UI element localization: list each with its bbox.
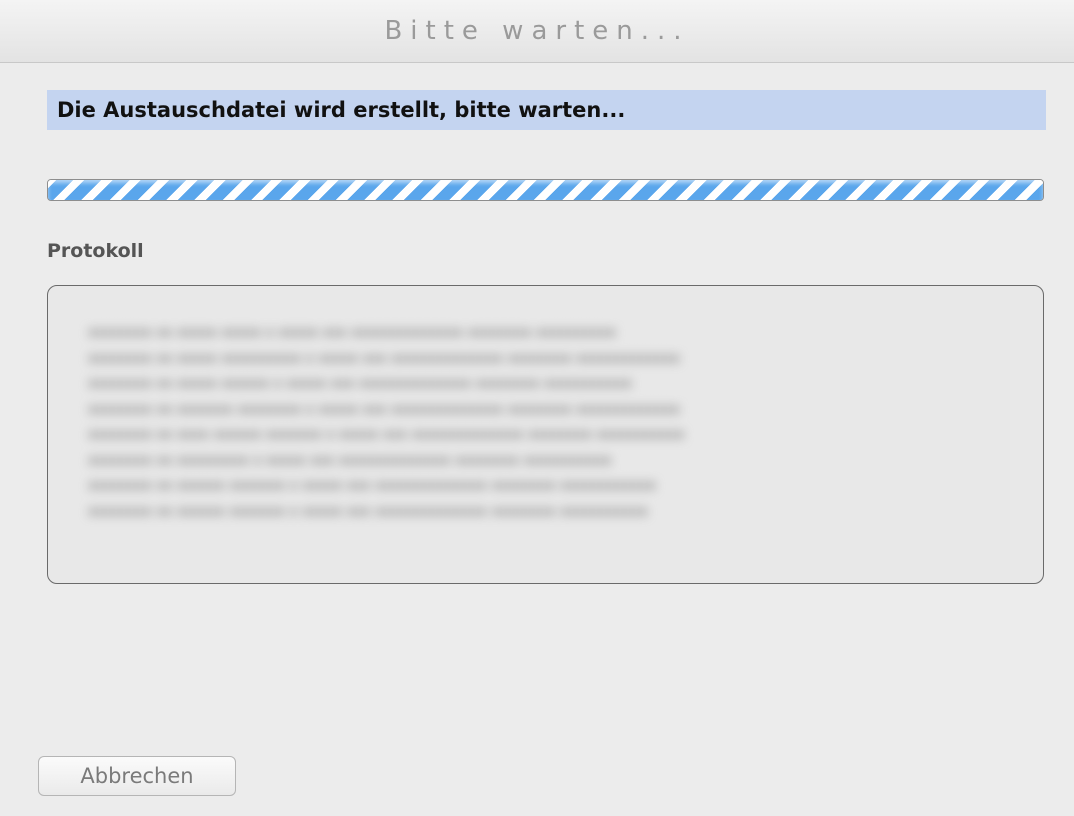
log-blurred-content: xxxxxxxx xx xxxxx xxxxx x xxxxx xxx xxxx… bbox=[88, 320, 1018, 524]
progress-bar bbox=[47, 179, 1044, 201]
window-title: Bitte warten... bbox=[384, 16, 690, 46]
log-line: xxxxxxxx xx xxxxx xxxxx x xxxxx xxx xxxx… bbox=[88, 324, 617, 341]
log-line: xxxxxxxx xx xxxxxxx xxxxxxxx x xxxxx xxx… bbox=[88, 400, 681, 418]
log-line: xxxxxxxx xx xxxx xxxxxx xxxxxxx x xxxxx … bbox=[88, 426, 685, 443]
dialog-window: Bitte warten... Die Austauschdatei wird … bbox=[0, 0, 1074, 816]
log-line: xxxxxxxx xx xxxxxx xxxxxxx x xxxxx xxx x… bbox=[88, 477, 657, 494]
log-line: xxxxxxxx xx xxxxx xxxxxxxxxx x xxxxx xxx… bbox=[88, 349, 681, 367]
progress-indeterminate-fill bbox=[48, 180, 1043, 200]
log-text-area[interactable]: xxxxxxxx xx xxxxx xxxxx x xxxxx xxx xxxx… bbox=[47, 285, 1044, 584]
log-label: Protokoll bbox=[47, 240, 144, 262]
title-bar[interactable]: Bitte warten... bbox=[0, 0, 1074, 63]
log-line: xxxxxxxx xx xxxxxx xxxxxxx x xxxxx xxx x… bbox=[88, 502, 649, 520]
status-message: Die Austauschdatei wird erstellt, bitte … bbox=[57, 98, 626, 122]
status-banner: Die Austauschdatei wird erstellt, bitte … bbox=[47, 90, 1046, 130]
log-line: xxxxxxxx xx xxxxx xxxxxx x xxxxx xxx xxx… bbox=[88, 375, 633, 392]
cancel-button[interactable]: Abbrechen bbox=[38, 756, 236, 796]
log-line: xxxxxxxx xx xxxxxxxxx x xxxxx xxx xxxxxx… bbox=[88, 451, 612, 469]
